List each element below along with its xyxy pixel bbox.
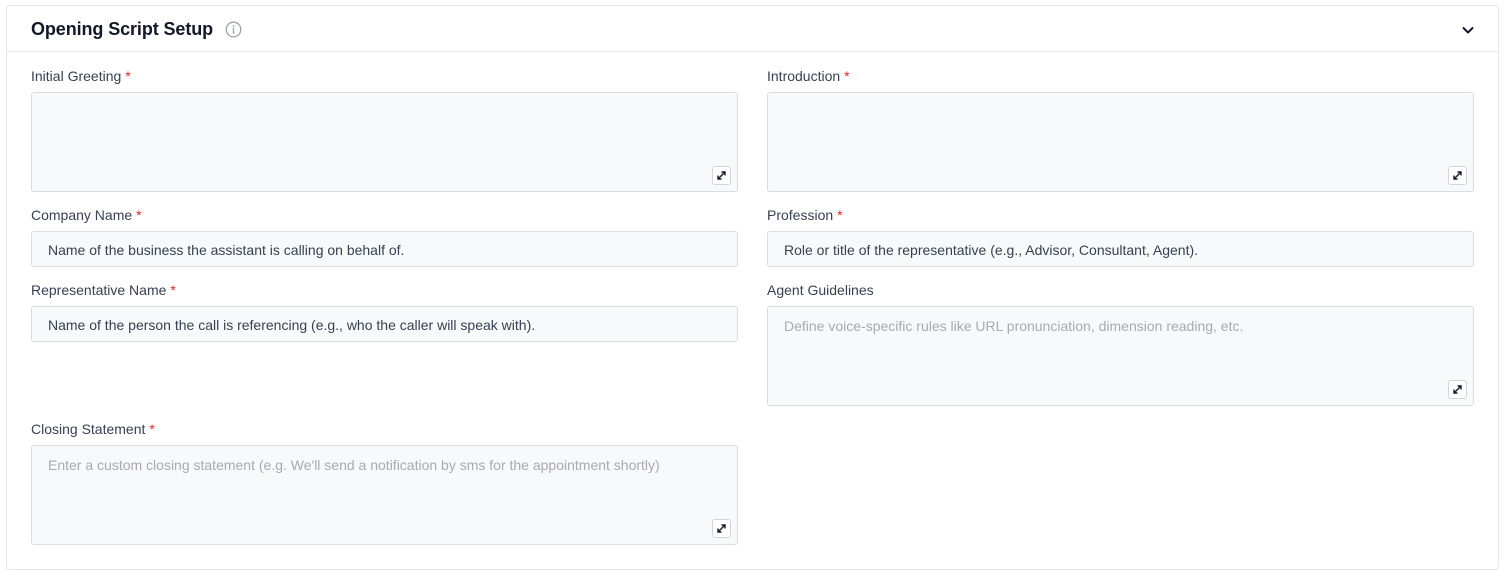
initial-greeting-expand-button[interactable] xyxy=(712,166,731,185)
introduction-expand-button[interactable] xyxy=(1448,166,1467,185)
company-name-label: Company Name * xyxy=(31,207,142,223)
required-marker: * xyxy=(170,282,176,298)
panel-header[interactable]: Opening Script Setup xyxy=(7,6,1498,52)
agent-guidelines-label: Agent Guidelines xyxy=(767,282,874,298)
required-marker: * xyxy=(125,68,131,84)
representative-name-label: Representative Name * xyxy=(31,282,176,298)
closing-statement-textarea[interactable]: Enter a custom closing statement (e.g. W… xyxy=(31,445,738,545)
introduction-textarea[interactable] xyxy=(767,92,1474,192)
profession-label: Profession * xyxy=(767,207,843,223)
collapse-button[interactable] xyxy=(1458,20,1478,40)
expand-icon xyxy=(717,171,726,180)
agent-guidelines-expand-button[interactable] xyxy=(1448,380,1467,399)
company-name-input[interactable]: Name of the business the assistant is ca… xyxy=(31,231,738,267)
panel-title: Opening Script Setup xyxy=(31,19,214,39)
initial-greeting-textarea[interactable] xyxy=(31,92,738,192)
info-icon[interactable] xyxy=(225,21,242,38)
initial-greeting-label: Initial Greeting * xyxy=(31,68,131,84)
chevron-down-icon xyxy=(1462,27,1474,34)
profession-value: Role or title of the representative (e.g… xyxy=(784,242,1199,258)
agent-guidelines-textarea[interactable]: Define voice-specific rules like URL pro… xyxy=(767,306,1474,406)
closing-statement-expand-button[interactable] xyxy=(712,519,731,538)
introduction-label: Introduction * xyxy=(767,68,850,84)
required-marker: * xyxy=(844,68,850,84)
agent-guidelines-placeholder: Define voice-specific rules like URL pro… xyxy=(784,318,1244,334)
closing-statement-placeholder: Enter a custom closing statement (e.g. W… xyxy=(48,457,660,473)
required-marker: * xyxy=(136,207,142,223)
representative-name-value: Name of the person the call is referenci… xyxy=(48,317,536,333)
required-marker: * xyxy=(149,421,155,437)
expand-icon xyxy=(1453,171,1462,180)
representative-name-input[interactable]: Name of the person the call is referenci… xyxy=(31,306,738,342)
company-name-value: Name of the business the assistant is ca… xyxy=(48,242,405,258)
expand-icon xyxy=(1453,385,1462,394)
profession-input[interactable]: Role or title of the representative (e.g… xyxy=(767,231,1474,267)
expand-icon xyxy=(717,524,726,533)
required-marker: * xyxy=(837,207,843,223)
closing-statement-label: Closing Statement * xyxy=(31,421,155,437)
